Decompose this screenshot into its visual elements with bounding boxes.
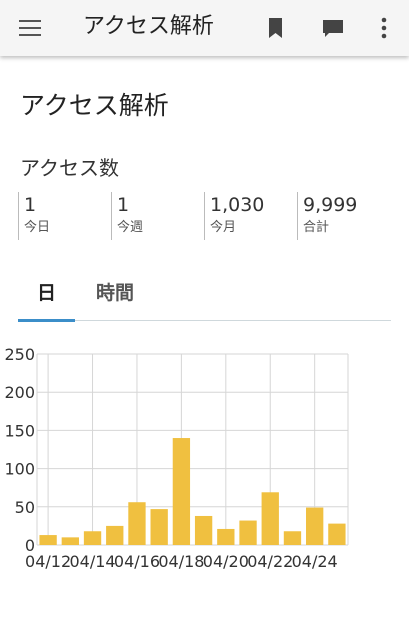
access-chart: 0 50 100 150 200 250 04/12 04/14 04/16 04/18 04/20… xyxy=(0,342,409,582)
stat-value: 9,999 xyxy=(303,194,358,216)
main-content: アクセス解析 アクセス数 1 今日 1 今週 1,030 今月 9,999 合計… xyxy=(0,56,409,640)
stat-value: 1 xyxy=(24,194,37,216)
stat-label: 今日 xyxy=(24,220,51,235)
section-title: アクセス数 xyxy=(20,156,119,180)
stat-value: 1 xyxy=(117,194,130,216)
x-tick-label: 04/18 xyxy=(158,552,204,571)
stat-value: 1,030 xyxy=(210,194,265,216)
stat-week: 1 今週 xyxy=(111,192,200,240)
bar xyxy=(328,523,346,545)
bar xyxy=(239,520,257,545)
x-tick-label: 04/16 xyxy=(114,552,160,571)
y-tick-label: 100 xyxy=(4,460,35,479)
hamburger-menu-icon xyxy=(19,20,41,22)
bar xyxy=(194,515,213,545)
stat-total: 9,999 合計 xyxy=(297,192,386,240)
tab-bar: 日 時間 xyxy=(18,270,391,322)
comment-icon xyxy=(323,20,343,37)
bar xyxy=(61,537,79,545)
bar xyxy=(261,492,279,545)
bar xyxy=(283,531,302,545)
tab-day[interactable]: 日 xyxy=(18,270,75,318)
stat-label: 今週 xyxy=(117,220,144,235)
bar-chart-svg: 05010015020025004/1204/1404/1604/1804/20… xyxy=(4,345,349,571)
bar xyxy=(306,507,324,545)
more-options-button[interactable] xyxy=(370,14,398,42)
x-tick-label: 04/20 xyxy=(203,552,249,571)
bookmark-button[interactable] xyxy=(262,14,290,42)
x-tick-label: 04/12 xyxy=(25,552,71,571)
menu-button[interactable] xyxy=(16,14,44,42)
bar xyxy=(172,438,191,545)
bar xyxy=(83,531,102,545)
app-bar-title: アクセス解析 xyxy=(83,14,214,39)
comment-button[interactable] xyxy=(319,14,347,42)
x-tick-label: 04/24 xyxy=(292,552,338,571)
y-tick-label: 250 xyxy=(4,345,35,364)
bar xyxy=(150,509,168,545)
app-bar: アクセス解析 xyxy=(0,0,409,56)
bookmark-icon xyxy=(269,18,282,38)
y-tick-label: 150 xyxy=(4,421,35,440)
more-vert-icon xyxy=(381,17,387,39)
y-tick-label: 50 xyxy=(15,498,35,517)
bar xyxy=(217,528,235,545)
access-stats: 1 今日 1 今週 1,030 今月 9,999 合計 xyxy=(18,192,390,240)
tab-indicator xyxy=(18,319,75,322)
tab-hour[interactable]: 時間 xyxy=(84,270,146,318)
bar xyxy=(39,535,57,545)
x-tick-label: 04/22 xyxy=(247,552,293,571)
x-tick-label: 04/14 xyxy=(69,552,115,571)
stat-month: 1,030 今月 xyxy=(204,192,293,240)
bar xyxy=(128,502,146,545)
stat-label: 合計 xyxy=(303,220,330,235)
y-tick-label: 200 xyxy=(4,383,35,402)
stat-today: 1 今日 xyxy=(18,192,107,240)
page-title: アクセス解析 xyxy=(20,91,169,120)
stat-label: 今月 xyxy=(210,220,237,235)
bar xyxy=(106,525,124,545)
